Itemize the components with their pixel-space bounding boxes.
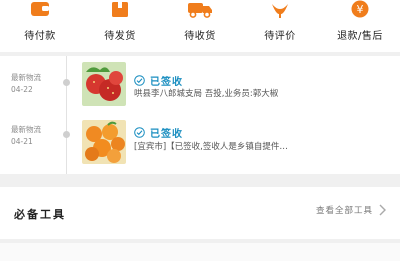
order-status-bar: 待付款 待发货 待收货 待评价 ¥ 退款/售后: [0, 0, 400, 52]
order-label: 待发货: [104, 31, 136, 42]
logistics-meta-label: 最新物流: [11, 73, 41, 82]
wallet-icon: [30, 0, 50, 18]
refund-icon: ¥: [351, 0, 369, 18]
review-icon: [270, 0, 290, 18]
product-thumbnail-strawberry: [82, 62, 126, 106]
status-text: 已签收: [150, 129, 183, 140]
status-text: 已签收: [150, 77, 183, 88]
view-all-label: 查看全部工具: [315, 206, 373, 216]
chevron-right-icon: [379, 204, 386, 216]
order-refund-aftersale[interactable]: ¥ 退款/售后: [325, 0, 395, 42]
logistics-meta-label: 最新物流: [11, 125, 41, 134]
logistics-item[interactable]: 最新物流 04-21 已签收 [宜宾市]【已签收,签收人是乡镇自提件…: [0, 118, 400, 174]
logistics-item[interactable]: 最新物流 04-22 已签收 哄县李八郎城支局 吾投,业务员:郭大椒: [0, 56, 400, 112]
logistics-meta: 最新物流 04-21: [11, 124, 41, 148]
order-label: 退款/售后: [337, 31, 383, 42]
order-pending-review[interactable]: 待评价: [245, 0, 315, 42]
order-label: 待评价: [264, 31, 296, 42]
order-label: 待收货: [184, 31, 216, 42]
logistics-date: 04-22: [11, 85, 33, 94]
essential-tools-section: 必备工具 查看全部工具: [0, 187, 400, 239]
svg-text:¥: ¥: [357, 3, 364, 16]
logistics-panel: 最新物流 04-22 已签收 哄县李八郎城支局 吾投,业务员:郭大椒 最新物流 …: [0, 56, 400, 174]
timeline-dot: [63, 79, 70, 86]
package-icon: [111, 0, 129, 18]
tools-grid-partial: [0, 243, 400, 261]
order-pending-payment[interactable]: 待付款: [5, 0, 75, 42]
order-label: 待付款: [24, 31, 56, 42]
truck-icon: [186, 0, 214, 18]
logistics-description: 哄县李八郎城支局 吾投,业务员:郭大椒: [134, 89, 279, 99]
logistics-description: [宜宾市]【已签收,签收人是乡镇自提件…: [134, 142, 288, 152]
order-pending-receipt[interactable]: 待收货: [165, 0, 235, 42]
logistics-meta: 最新物流 04-22: [11, 72, 41, 96]
section-title: 必备工具: [14, 208, 66, 221]
order-pending-shipment[interactable]: 待发货: [85, 0, 155, 42]
view-all-tools-link[interactable]: 查看全部工具: [316, 204, 386, 216]
logistics-date: 04-21: [11, 137, 33, 146]
product-thumbnail-orange: [82, 120, 126, 164]
timeline-dot: [63, 131, 70, 138]
